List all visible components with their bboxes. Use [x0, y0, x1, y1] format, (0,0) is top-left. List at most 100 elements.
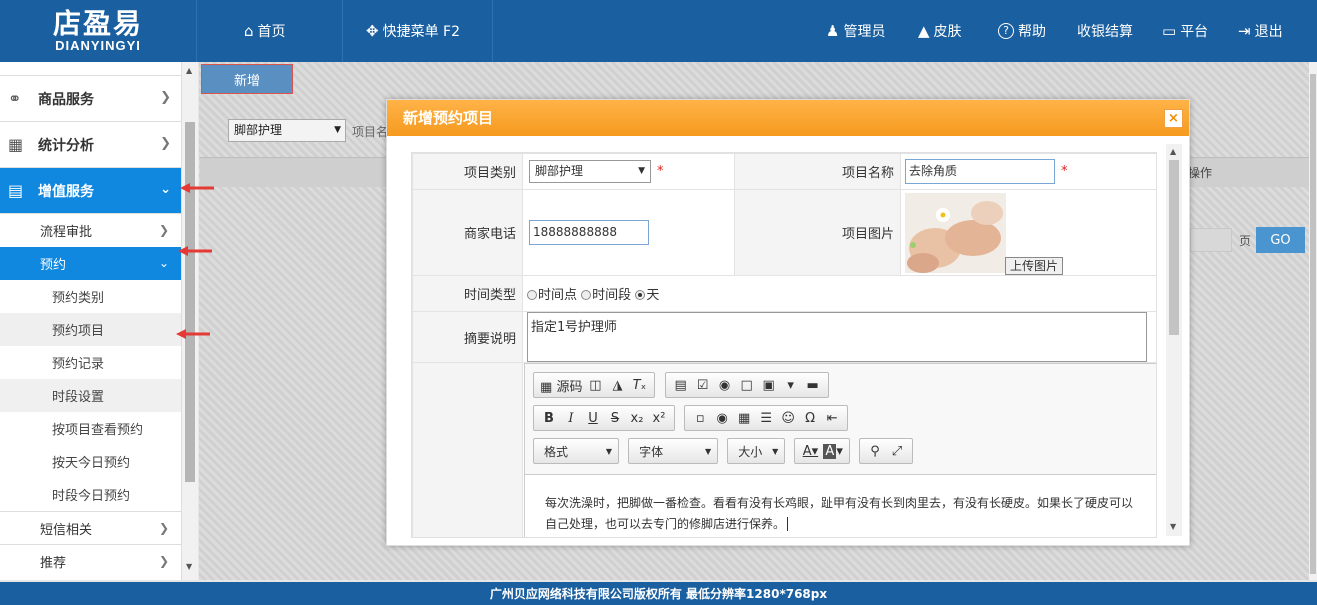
paste-text-icon[interactable]: ◮: [606, 378, 628, 393]
nav-logout[interactable]: ⇥ 退出: [1238, 0, 1283, 62]
nav-home[interactable]: ⌂ 首页: [244, 0, 286, 62]
nav-checkout[interactable]: 收银结算: [1077, 0, 1133, 62]
textfield-icon[interactable]: □: [736, 378, 758, 393]
italic-icon[interactable]: I: [560, 411, 582, 426]
smiley-icon[interactable]: ☺: [777, 411, 799, 426]
image-icon[interactable]: ▫: [689, 411, 711, 426]
phone-input[interactable]: 18888888888: [529, 220, 649, 245]
annotation-arrow-icon: [180, 183, 214, 193]
editor-toolbar-row: B I U S x₂ x² ▫ ◉ ▦ ☰ ☺ Ω ⇤: [533, 405, 853, 432]
nav-platform[interactable]: ▭ 平台: [1162, 0, 1208, 62]
nav-skin[interactable]: ▲ 皮肤: [918, 0, 962, 62]
radio-time-range[interactable]: 时间段: [581, 288, 631, 303]
size-combo[interactable]: 大小 ▼: [727, 438, 786, 464]
dialog-scrollbar[interactable]: ▲ ▼: [1166, 144, 1182, 536]
sidebar-leaf-booking-record[interactable]: 预约记录: [0, 346, 181, 379]
superscript-icon[interactable]: x²: [648, 411, 670, 426]
logo-main-text: 店盈易: [52, 7, 143, 40]
sidebar-sub-recommend[interactable]: 推荐 ❯: [0, 544, 181, 577]
summary-label-text: 摘要说明: [463, 331, 516, 347]
nav-help-label: 帮助: [1018, 24, 1046, 40]
radio-time-point[interactable]: 时间点: [527, 288, 577, 303]
dropdown-arrow-icon: ▼: [334, 125, 341, 135]
sidebar-leaf-by-item[interactable]: 按项目查看预约: [0, 412, 181, 445]
logo-sub-text: DIANYINGYI: [55, 38, 141, 53]
sidebar-leaf-by-day[interactable]: 按天今日预约: [0, 445, 181, 478]
font-combo-label: 字体: [639, 444, 664, 459]
logo[interactable]: 店盈易 DIANYINGYI: [0, 0, 197, 62]
summary-textarea[interactable]: 指定1号护理师: [527, 312, 1147, 362]
button-icon[interactable]: ▬: [802, 378, 824, 393]
sidebar-leaf-booking-item[interactable]: 预约项目: [0, 313, 181, 346]
checkbox-icon[interactable]: ☑: [692, 378, 714, 393]
scroll-down-icon[interactable]: ▼: [1170, 522, 1176, 531]
item-name-input[interactable]: 去除角质: [905, 159, 1055, 184]
table-icon[interactable]: ▦: [733, 411, 755, 426]
textarea-icon[interactable]: ▣: [758, 378, 780, 393]
strike-icon[interactable]: S: [604, 411, 626, 426]
maximize-icon[interactable]: ⤢: [886, 444, 908, 459]
home-icon: ⌂: [244, 22, 254, 40]
special-char-icon[interactable]: Ω: [799, 411, 821, 426]
nav-admin[interactable]: ♟ 管理员: [826, 0, 885, 62]
form-icon[interactable]: ▤: [670, 378, 692, 393]
item-image: [905, 192, 1006, 273]
preview-icon[interactable]: ⚲: [864, 444, 886, 459]
sidebar-leaf-time-setting[interactable]: 时段设置: [0, 379, 181, 412]
scrollbar-thumb[interactable]: [185, 122, 195, 482]
sidebar-item-statistics[interactable]: ▦ 统计分析 ❯: [0, 122, 181, 168]
select-icon[interactable]: ▾: [780, 378, 802, 393]
scroll-up-icon[interactable]: ▲: [1170, 147, 1176, 156]
underline-icon[interactable]: U: [582, 411, 604, 426]
sidebar-scrollbar[interactable]: ▲ ▼: [182, 62, 198, 580]
help-icon: ?: [998, 23, 1014, 39]
size-combo-label: 大小: [738, 444, 763, 459]
page-number-input[interactable]: [1190, 228, 1232, 252]
paste-icon[interactable]: ◫: [584, 378, 606, 393]
add-button[interactable]: 新增: [201, 64, 293, 94]
radio-day[interactable]: 天: [635, 288, 659, 303]
radio-label: 时间段: [592, 288, 632, 303]
close-icon[interactable]: ×: [1164, 109, 1183, 128]
text-color-icon[interactable]: A▾: [799, 444, 821, 459]
sidebar-item-value-added[interactable]: ▤ 增值服务 ⌄: [0, 168, 181, 214]
dropdown-arrow-icon: ▼: [605, 446, 612, 456]
font-combo[interactable]: 字体 ▼: [628, 438, 719, 464]
scroll-up-icon[interactable]: ▲: [186, 66, 192, 75]
page-scrollbar[interactable]: [1309, 62, 1317, 580]
page-break-icon[interactable]: ⇤: [821, 411, 843, 426]
horizontal-rule-icon[interactable]: ☰: [755, 411, 777, 426]
subscript-icon[interactable]: x₂: [626, 411, 648, 426]
sidebar-leaf-time-today[interactable]: 时段今日预约: [0, 478, 181, 511]
category-select[interactable]: 脚部护理 ▼: [529, 160, 651, 183]
go-button[interactable]: GO: [1256, 227, 1305, 253]
editor-toolbar-row: 格式 ▼ 字体 ▼ 大小 ▼ A▾ A ▾ ⚲ ⤢: [533, 438, 918, 465]
upload-image-button[interactable]: 上传图片: [1005, 257, 1064, 275]
time-type-cell: 时间点 时间段 天: [522, 275, 1156, 312]
flash-icon[interactable]: ◉: [711, 411, 733, 426]
phone-cell: 18888888888: [522, 189, 735, 276]
category-filter-select[interactable]: 脚部护理 ▼: [228, 119, 346, 142]
nav-quick-menu[interactable]: ✥ 快捷菜单 F2: [366, 0, 460, 62]
radio-button-icon[interactable]: ◉: [714, 378, 736, 393]
source-button[interactable]: ▦ 源码: [538, 376, 584, 395]
sidebar-sub-label: 推荐: [40, 555, 67, 571]
sidebar-sub-sms[interactable]: 短信相关 ❯: [0, 511, 181, 544]
text-cursor: [787, 517, 789, 531]
sidebar-leaf-booking-category[interactable]: 预约类别: [0, 280, 181, 313]
remove-format-icon[interactable]: Tₓ: [628, 378, 650, 393]
scrollbar-thumb[interactable]: [1169, 160, 1179, 335]
bg-color-icon[interactable]: A ▾: [821, 443, 844, 459]
chevron-right-icon: ❯: [160, 136, 171, 151]
bold-icon[interactable]: B: [538, 411, 560, 426]
format-combo[interactable]: 格式 ▼: [533, 438, 619, 464]
sidebar-sub-label: 预约: [40, 258, 67, 273]
scroll-down-icon[interactable]: ▼: [186, 562, 192, 571]
sidebar-leaf-label: 按天今日预约: [52, 456, 131, 471]
sidebar-sub-flow-approval[interactable]: 流程审批 ❯: [0, 214, 181, 247]
nav-help[interactable]: ? 帮助: [998, 0, 1046, 62]
sidebar-sub-booking[interactable]: 预约 ⌄: [0, 247, 181, 280]
sidebar-item-goods-service[interactable]: ⚭ 商品服务 ❯: [0, 76, 181, 122]
editor-content[interactable]: 每次洗澡时，把脚做一番检查。看看有没有长鸡眼，趾甲有没有长到肉里去，有没有长硬皮…: [525, 474, 1156, 537]
scrollbar-thumb[interactable]: [1310, 74, 1316, 574]
